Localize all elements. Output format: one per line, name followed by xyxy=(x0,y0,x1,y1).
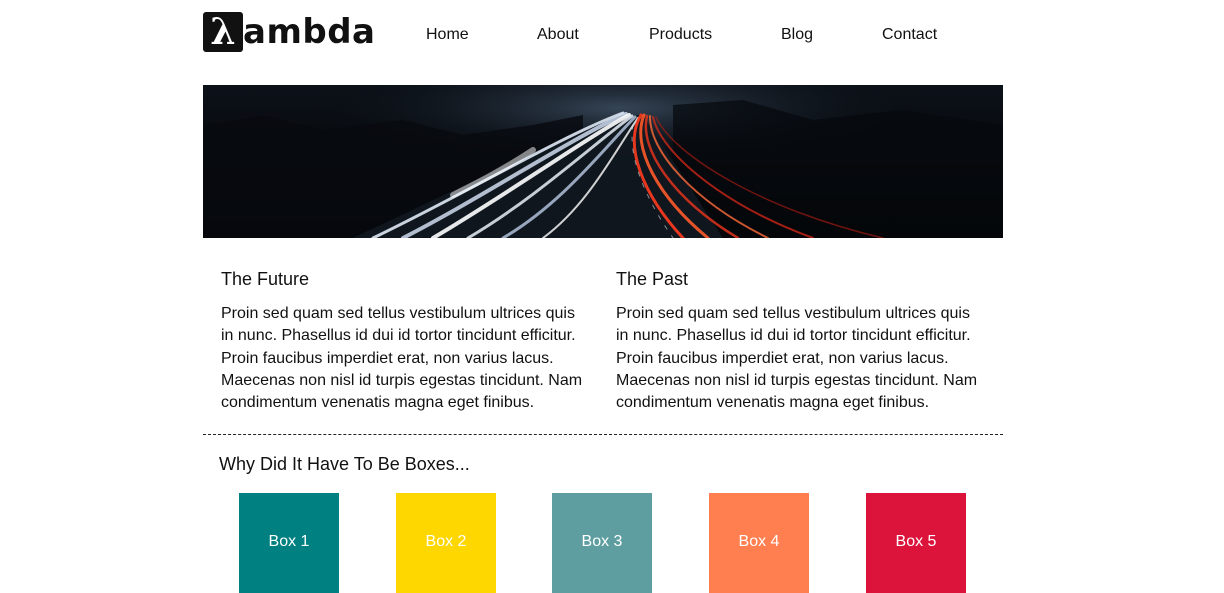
box-1[interactable]: Box 1 xyxy=(239,493,339,593)
nav-link-about[interactable]: About xyxy=(537,24,579,46)
box-2[interactable]: Box 2 xyxy=(396,493,496,593)
nav-link-contact[interactable]: Contact xyxy=(882,24,937,46)
box-4[interactable]: Box 4 xyxy=(709,493,809,593)
column-title: The Past xyxy=(616,269,689,289)
hero-image xyxy=(203,85,1003,238)
dashed-divider xyxy=(203,434,1003,435)
column-title: The Future xyxy=(221,269,310,289)
highway-light-trails-image xyxy=(203,85,1003,238)
boxes-section-title: Why Did It Have To Be Boxes... xyxy=(219,454,470,474)
nav-link-blog[interactable]: Blog xyxy=(781,24,813,46)
nav-link-home[interactable]: Home xyxy=(426,24,469,46)
column-body: Proin sed quam sed tellus vestibulum ult… xyxy=(616,305,978,412)
box-5[interactable]: Box 5 xyxy=(866,493,966,593)
nav-link-products[interactable]: Products xyxy=(649,24,712,46)
column-body: Proin sed quam sed tellus vestibulum ult… xyxy=(221,305,583,412)
column-the-future: The Future Proin sed quam sed tellus ves… xyxy=(221,268,589,414)
box-3[interactable]: Box 3 xyxy=(552,493,652,593)
main-nav: Home About Products Blog Contact xyxy=(0,24,1224,48)
column-the-past: The Past Proin sed quam sed tellus vesti… xyxy=(616,268,984,414)
